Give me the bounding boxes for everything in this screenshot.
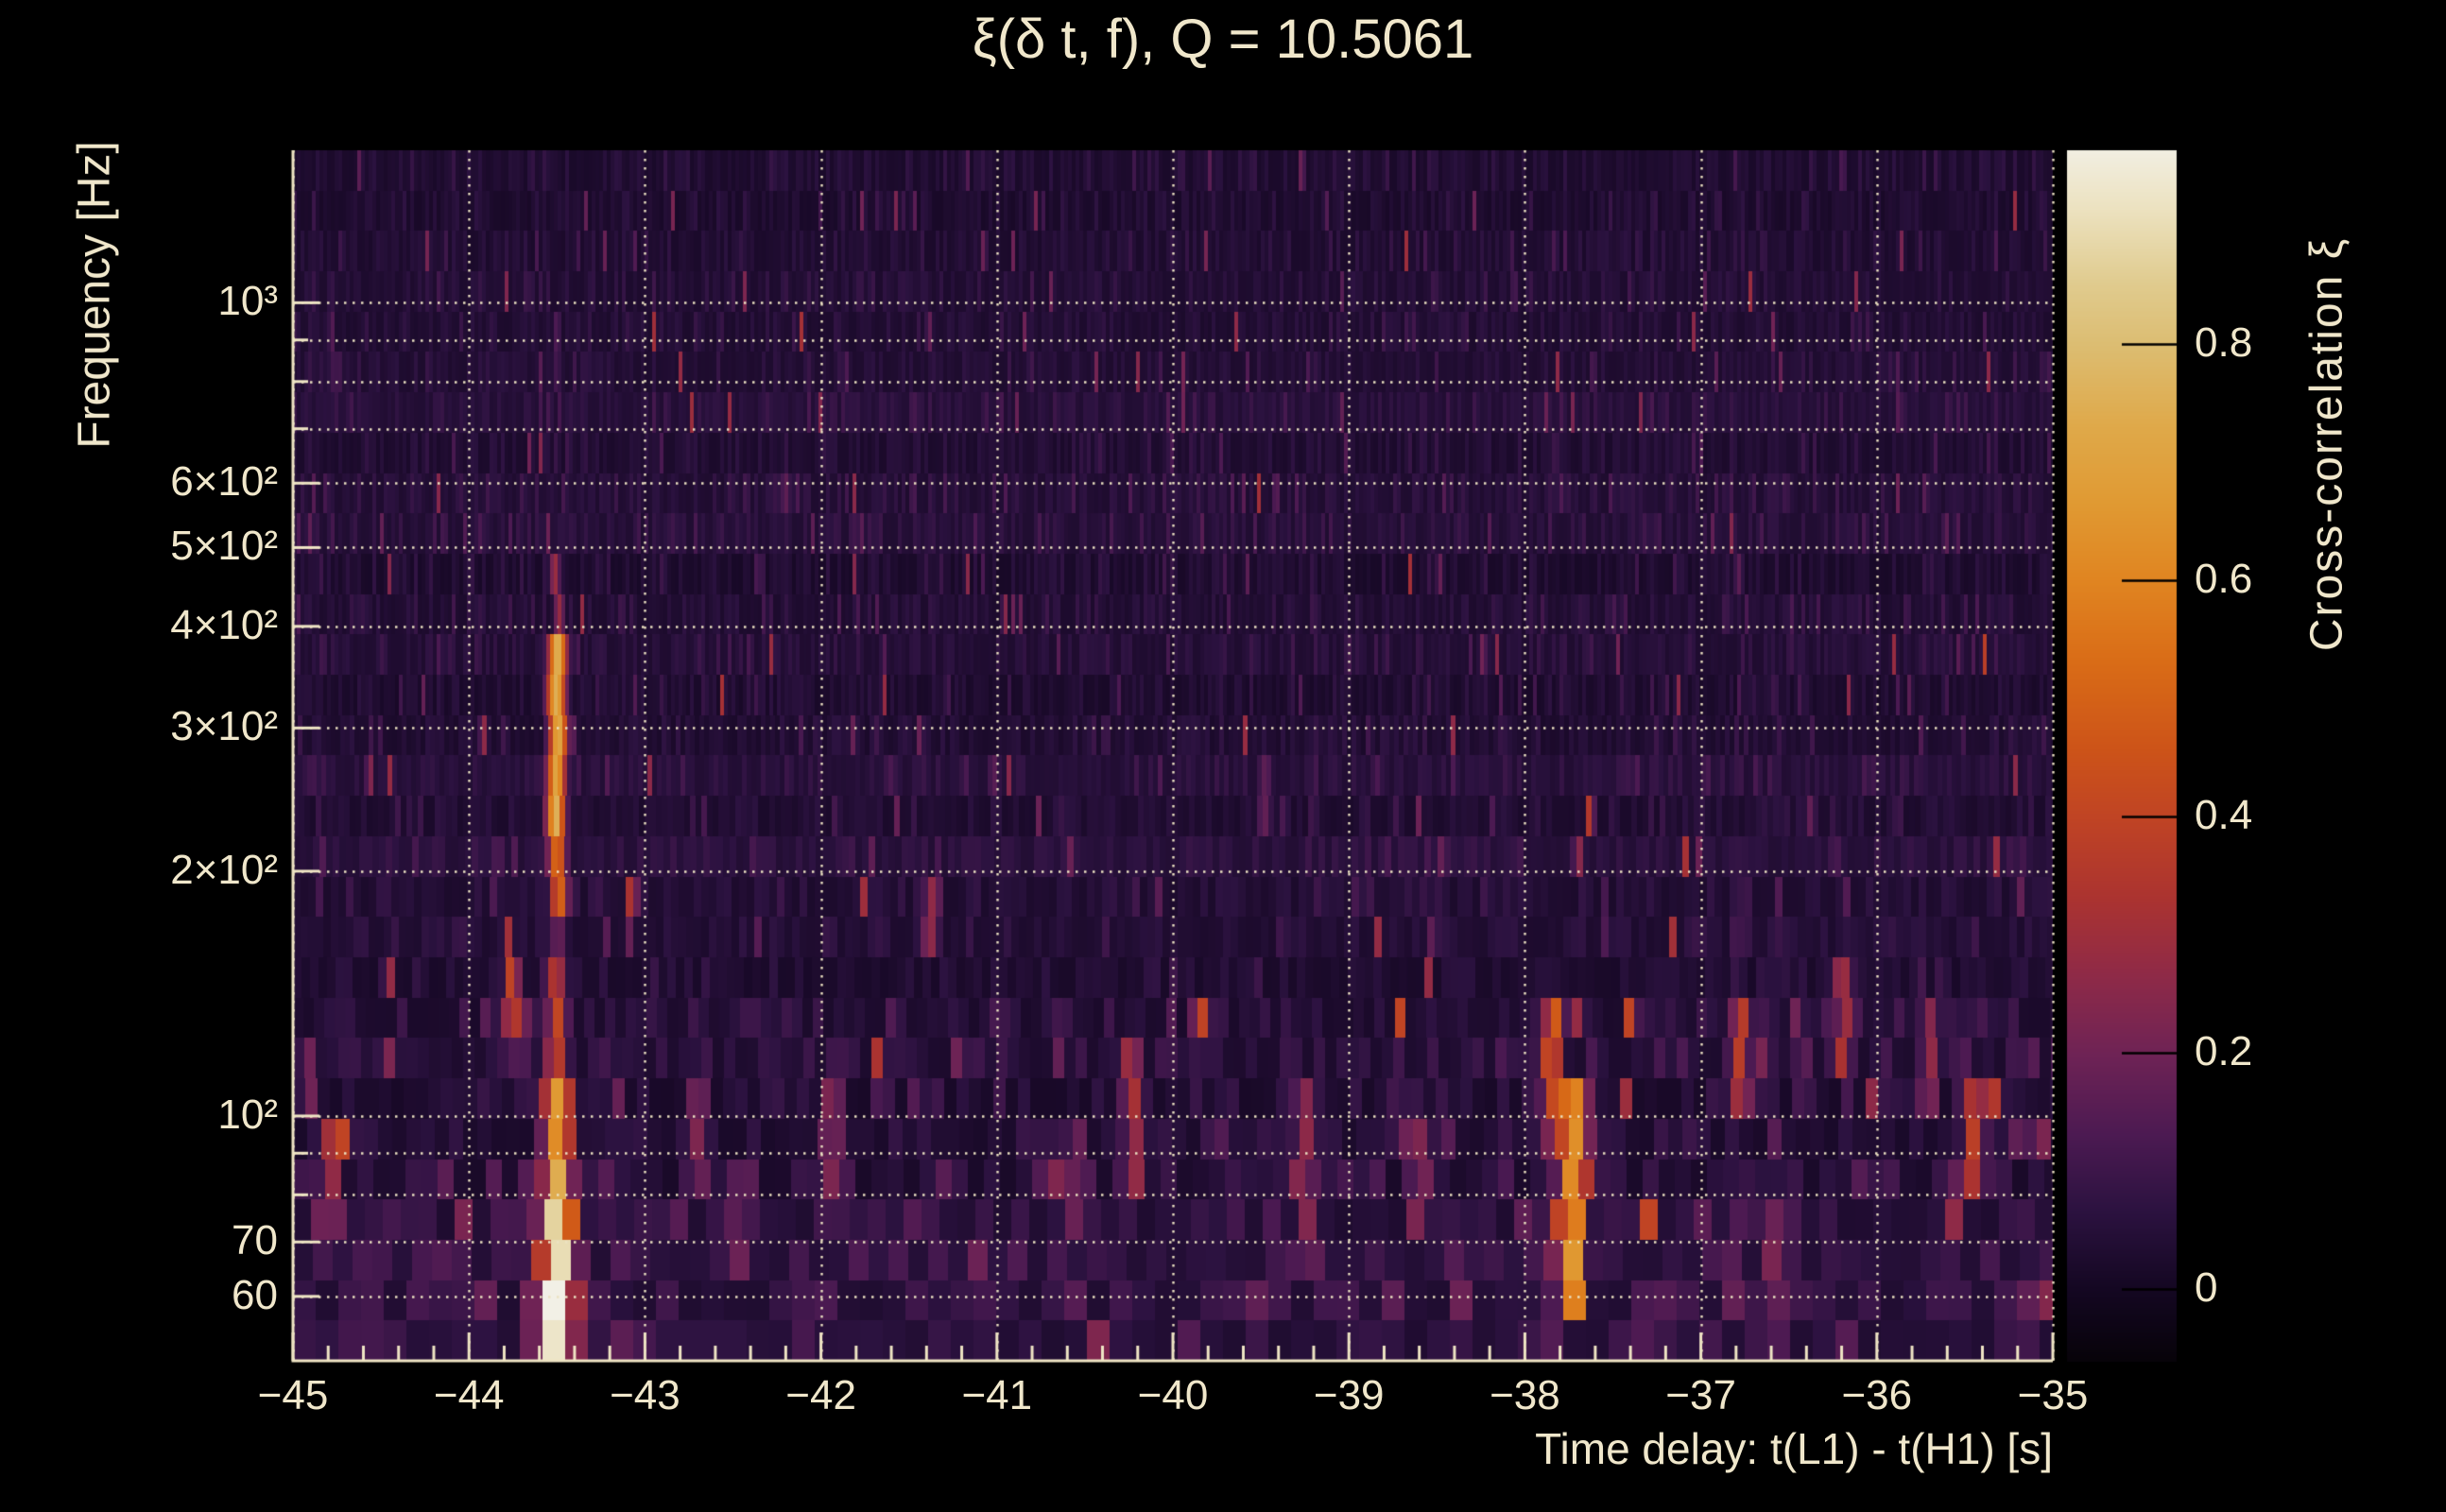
x-tick-label: −42	[785, 1372, 856, 1418]
y-tick-label: 6×10²	[170, 458, 278, 506]
x-tick-label: −36	[1841, 1372, 1913, 1418]
heatmap-canvas	[0, 0, 2446, 1512]
y-tick-label: 60	[232, 1271, 278, 1318]
x-tick-label: −39	[1313, 1372, 1385, 1418]
colorbar-tick-label: 0	[2195, 1264, 2218, 1311]
qscan-figure: ξ(δ t, f), Q = 10.5061 Frequency [Hz] Ti…	[0, 0, 2446, 1512]
x-tick-label: −37	[1665, 1372, 1736, 1418]
x-tick-label: −40	[1137, 1372, 1209, 1418]
colorbar-tick-label: 0.8	[2195, 319, 2253, 366]
x-tick-label: −45	[257, 1372, 329, 1418]
y-tick-label: 4×10²	[170, 601, 278, 648]
colorbar-tick-label: 0.4	[2195, 792, 2253, 838]
chart-title: ξ(δ t, f), Q = 10.5061	[972, 9, 1474, 70]
y-tick-label: 5×10²	[170, 523, 278, 570]
colorbar-title: Cross-correlation ξ	[2301, 236, 2352, 652]
x-tick-label: −44	[433, 1372, 505, 1418]
x-tick-label: −35	[2017, 1372, 2089, 1418]
colorbar-tick-label: 0.2	[2195, 1028, 2253, 1074]
y-tick-label: 3×10²	[170, 703, 278, 750]
y-tick-label: 10³	[217, 278, 278, 325]
x-tick-label: −43	[610, 1372, 680, 1418]
x-axis-title: Time delay: t(L1) - t(H1) [s]	[1535, 1424, 2053, 1473]
y-tick-label: 2×10²	[170, 846, 278, 893]
colorbar-tick-label: 0.6	[2195, 556, 2253, 602]
x-tick-label: −38	[1490, 1372, 1560, 1418]
y-tick-label: 10²	[217, 1091, 278, 1138]
y-tick-label: 70	[232, 1217, 278, 1264]
x-tick-label: −41	[961, 1372, 1033, 1418]
